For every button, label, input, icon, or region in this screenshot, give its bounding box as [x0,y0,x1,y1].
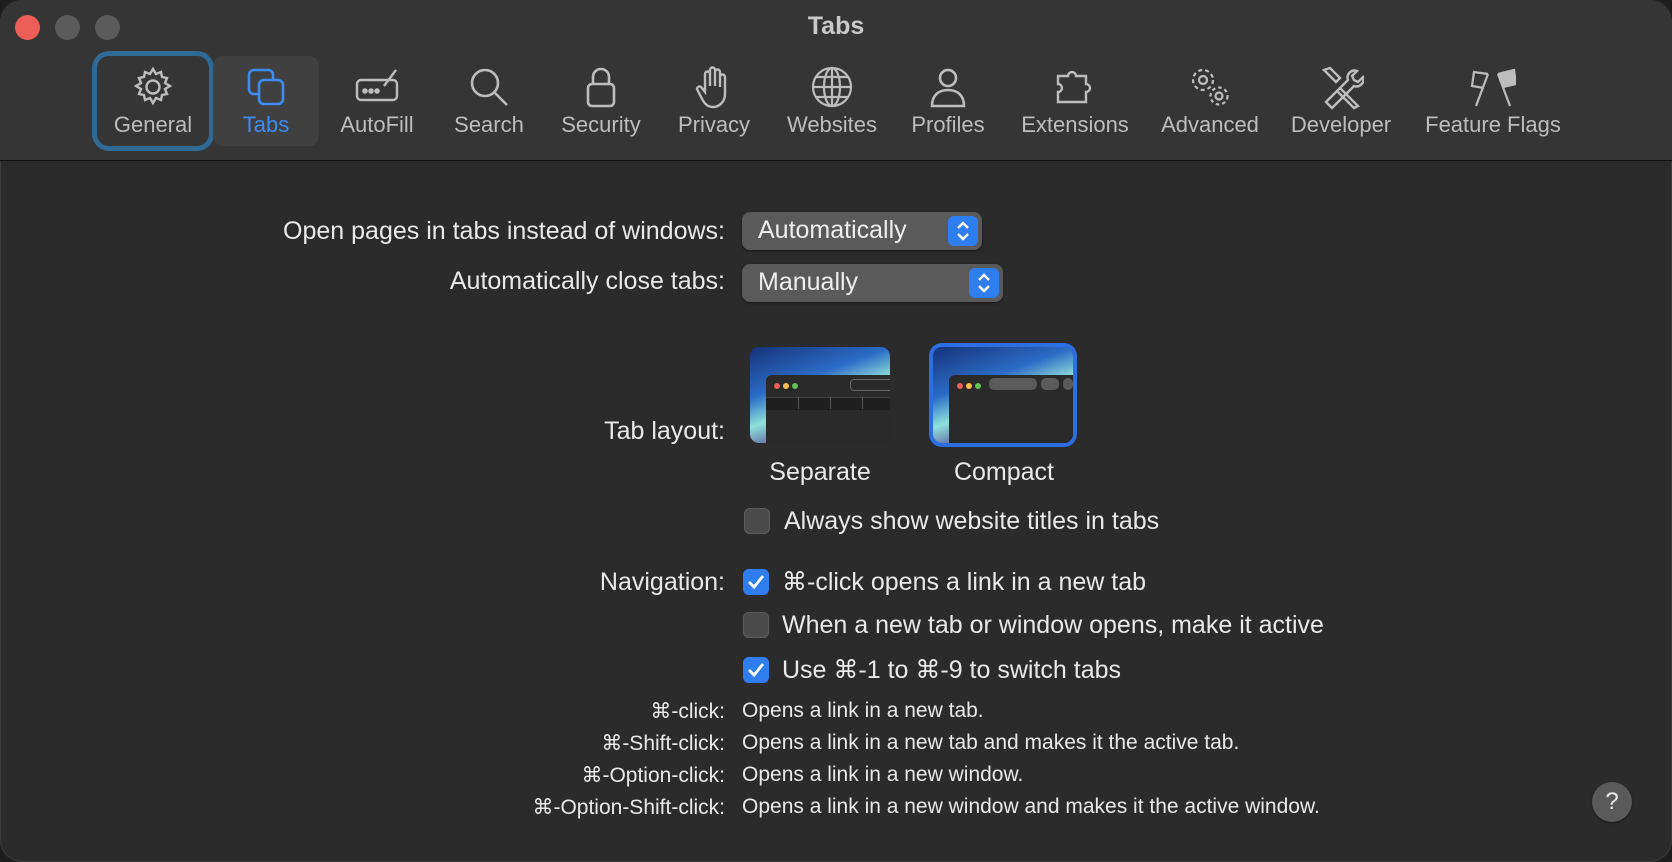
open-pages-label: Open pages in tabs instead of windows: [283,217,725,245]
navigation-label: Navigation: [599,568,725,596]
help-value: Opens a link in a new tab. [742,699,984,722]
popup-stepper-icon [948,216,978,246]
close-tabs-popup[interactable]: Manually [742,264,1003,302]
autofill-icon [355,69,399,102]
hand-icon [695,66,727,109]
window-title: Tabs [807,12,865,40]
tab-extensions[interactable]: Extensions [1014,56,1136,146]
make-active-checkbox[interactable] [743,612,769,638]
checkmark-icon [748,575,765,590]
always-titles-checkbox[interactable] [744,508,770,534]
tab-autofill[interactable]: AutoFill [326,56,428,146]
lock-icon [586,67,616,108]
tab-privacy[interactable]: Privacy [664,56,764,146]
help-value: Opens a link in a new window and makes i… [742,795,1320,818]
layout-separate-thumbnail[interactable] [750,347,890,443]
globe-icon [811,66,853,108]
help-key: ⌘-Option-Shift-click: [532,796,725,819]
help-key: ⌘-Option-click: [581,764,725,787]
help-button[interactable]: ? [1592,782,1632,822]
layout-separate-label: Separate [769,458,871,486]
close-tabs-label: Automatically close tabs: [449,267,725,295]
switch-tabs-label: Use ⌘-1 to ⌘-9 to switch tabs [782,656,1122,684]
tab-search[interactable]: Search [440,56,538,146]
open-pages-popup[interactable]: Automatically [742,212,982,250]
popup-stepper-icon [969,268,999,298]
help-value: Opens a link in a new tab and makes it t… [742,731,1240,754]
toolbar: Tabs General Tabs AutoFill Search Securi… [0,0,1672,161]
person-icon [930,68,966,108]
cmd-click-label: ⌘-click opens a link in a new tab [782,568,1147,596]
gear-icon [133,66,173,106]
puzzle-icon [1056,70,1092,104]
layout-compact-label: Compact [953,458,1055,486]
tab-tabs[interactable]: Tabs [213,56,319,146]
switch-tabs-checkbox[interactable] [743,657,769,683]
gears-icon [1191,68,1229,106]
cmd-click-checkbox[interactable] [743,569,769,595]
flags-icon [1470,68,1516,107]
search-icon [470,68,508,106]
tab-general[interactable]: General [97,56,209,146]
make-active-label: When a new tab or window opens, make it … [782,611,1324,639]
always-titles-label: Always show website titles in tabs [784,507,1160,535]
tab-developer[interactable]: Developer [1286,56,1396,146]
tabs-icon [247,68,285,106]
tools-icon [1321,66,1364,110]
layout-compact-thumbnail[interactable] [933,347,1073,443]
tab-feature-flags[interactable]: Feature Flags [1416,56,1570,146]
tab-layout-label: Tab layout: [604,417,725,445]
tab-security[interactable]: Security [551,56,651,146]
checkmark-icon [748,663,765,678]
tab-profiles[interactable]: Profiles [901,56,995,146]
help-key: ⌘-click: [650,700,725,723]
preferences-window: Tabs General Tabs AutoFill Search Securi… [0,0,1672,862]
tab-websites[interactable]: Websites [780,56,884,146]
tab-advanced[interactable]: Advanced [1152,56,1268,146]
help-key: ⌘-Shift-click: [601,732,725,755]
help-value: Opens a link in a new window. [742,763,1024,786]
